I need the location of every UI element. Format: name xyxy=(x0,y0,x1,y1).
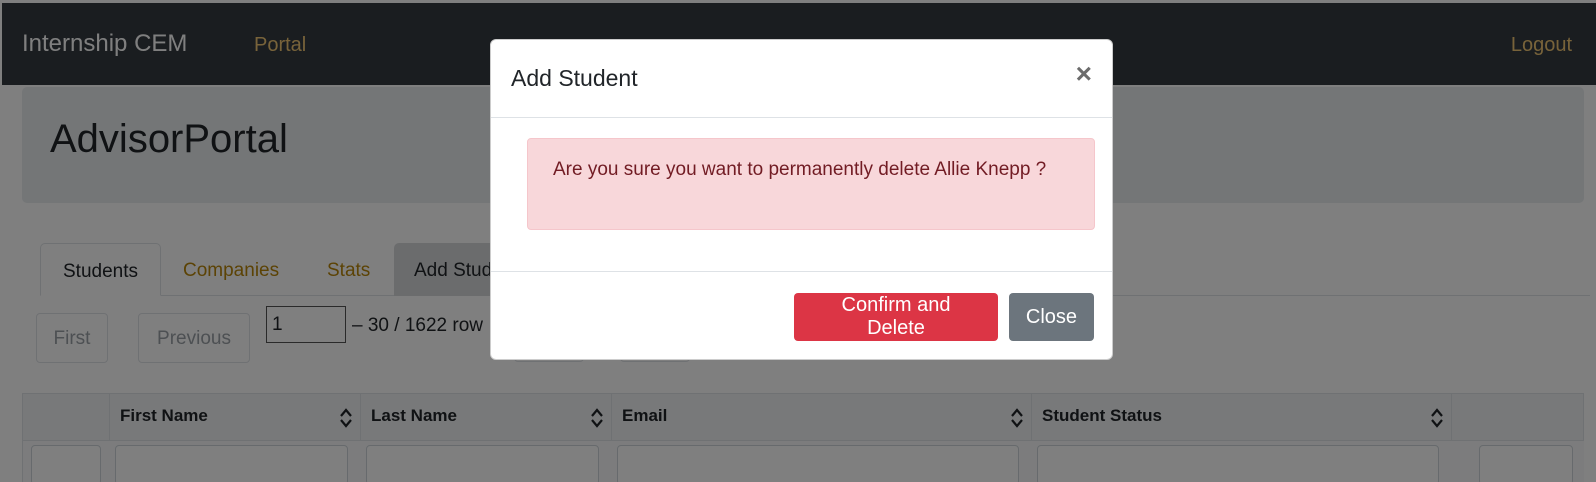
modal-header: Add Student × xyxy=(491,40,1112,118)
modal-title: Add Student xyxy=(511,65,638,91)
close-button[interactable]: Close xyxy=(1009,293,1094,341)
modal-footer: Confirm and Delete Close xyxy=(491,271,1112,360)
delete-student-modal: Add Student × Are you sure you want to p… xyxy=(490,39,1113,360)
delete-warning-alert: Are you sure you want to permanently del… xyxy=(527,138,1095,230)
close-icon[interactable]: × xyxy=(1076,60,1092,88)
confirm-delete-button[interactable]: Confirm and Delete xyxy=(794,293,998,341)
